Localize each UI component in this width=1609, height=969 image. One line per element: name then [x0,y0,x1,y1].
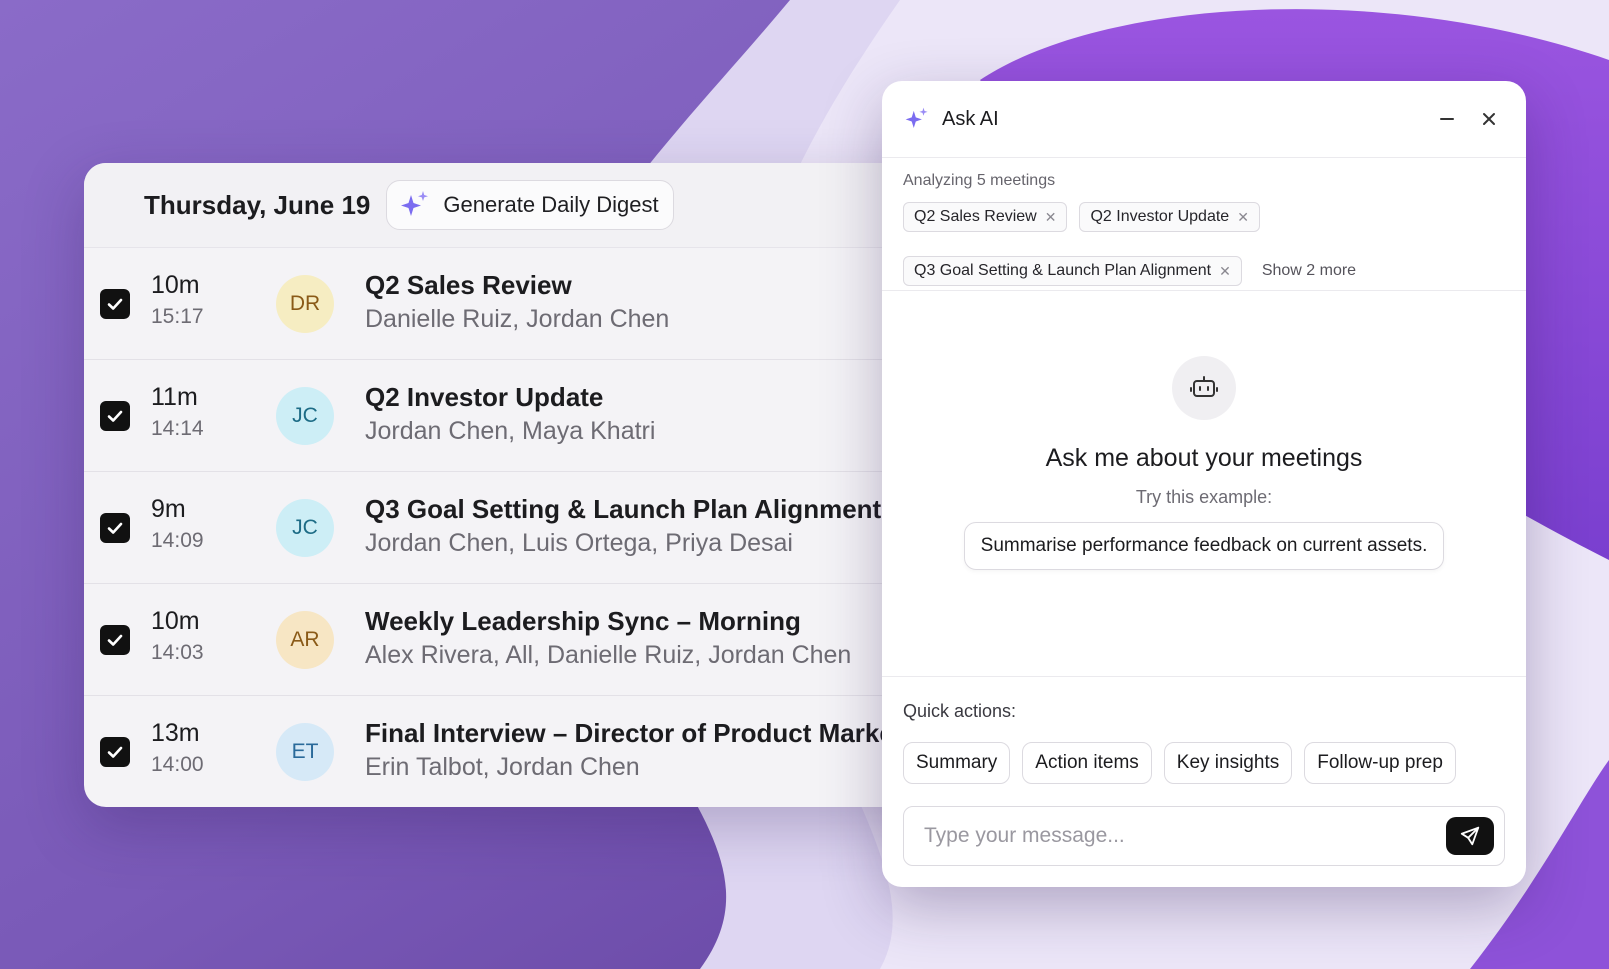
example-prompt-button[interactable]: Summarise performance feedback on curren… [963,522,1445,570]
meeting-duration: 9m [151,495,186,523]
minimize-button[interactable] [1432,104,1462,134]
date-title: Thursday, June 19 [144,189,371,220]
avatar: JC [276,498,334,557]
check-icon [107,746,123,758]
check-icon [107,522,123,534]
action-items-button[interactable]: Action items [1022,742,1152,784]
meeting-chip: Q3 Goal Setting & Launch Plan Alignment … [903,256,1242,286]
meeting-duration: 11m [151,383,198,411]
quick-actions-label: Quick actions: [903,701,1017,721]
send-icon [1460,826,1480,846]
key-insights-button[interactable]: Key insights [1163,742,1293,784]
remove-chip-icon[interactable]: ✕ [1045,209,1057,226]
empty-state: Ask me about your meetings Try this exam… [882,356,1526,570]
meeting-checkbox[interactable] [100,512,130,543]
meeting-title: Q2 Investor Update [365,382,604,412]
minimize-icon [1440,118,1454,120]
remove-chip-icon[interactable]: ✕ [1219,263,1231,280]
meeting-title: Weekly Leadership Sync – Morning [365,606,801,636]
meeting-attendees: Jordan Chen, Maya Khatri [365,417,656,445]
summary-button[interactable]: Summary [903,742,1011,784]
ask-ai-header: Ask AI [882,81,1526,158]
avatar: ET [276,722,334,781]
ask-ai-panel: Ask AI Analyzing 5 meetings Q2 Sales Rev… [882,81,1526,887]
check-icon [107,634,123,646]
meeting-checkbox[interactable] [100,624,130,655]
meeting-attendees: Erin Talbot, Jordan Chen [365,753,640,781]
context-section: Analyzing 5 meetings Q2 Sales Review ✕ Q… [882,158,1526,291]
send-button[interactable] [1446,817,1494,855]
check-icon [107,410,123,422]
meeting-row[interactable]: 11m 14:14 JC Q2 Investor Update Jordan Che… [84,360,954,472]
generate-digest-button[interactable]: Generate Daily Digest [386,180,674,230]
meeting-title: Final Interview – Director of Product Ma… [365,718,942,748]
meeting-duration: 10m [151,607,200,635]
meeting-duration: 13m [151,719,200,747]
meeting-time: 14:09 [151,529,204,552]
meeting-list-card: Thursday, June 19 Generate Daily Digest … [84,163,954,807]
chip-label: Q2 Sales Review [914,208,1037,225]
sparkle-icon [401,191,429,216]
analyzing-label: Analyzing 5 meetings [903,172,1056,189]
meeting-duration: 10m [151,271,200,299]
check-icon [107,298,123,310]
meeting-row[interactable]: 13m 14:00 ET Final Interview – Director o… [84,696,954,807]
meeting-time: 14:00 [151,753,204,776]
show-more-link[interactable]: Show 2 more [1262,262,1356,280]
digest-header: Thursday, June 19 Generate Daily Digest [84,163,954,248]
chip-label: Q2 Investor Update [1090,208,1230,225]
meeting-row[interactable]: 9m 14:09 JC Q3 Goal Setting & Launch Plan… [84,472,954,584]
meeting-time: 14:14 [151,417,204,440]
meeting-row[interactable]: 10m 15:17 DR Q2 Sales Review Danielle Ruiz… [84,248,954,360]
meeting-chip: Q2 Sales Review ✕ [903,202,1068,232]
sparkle-icon [905,107,928,128]
meeting-checkbox[interactable] [100,288,130,319]
bot-avatar [1172,356,1236,420]
message-input[interactable] [922,823,1446,849]
bot-icon [1190,376,1218,397]
meeting-title: Q3 Goal Setting & Launch Plan Alignment [365,494,882,524]
close-icon [1483,113,1495,125]
meeting-title: Q2 Sales Review [365,270,572,300]
ask-ai-title: Ask AI [942,107,999,130]
generate-digest-label: Generate Daily Digest [443,192,659,217]
avatar: JC [276,386,334,445]
quick-actions-section: Quick actions: Summary Action items Key … [882,676,1526,784]
avatar: AR [276,610,334,669]
chip-label: Q3 Goal Setting & Launch Plan Alignment [914,262,1212,279]
close-button[interactable] [1474,104,1504,134]
meeting-attendees: Alex Rivera, All, Danielle Ruiz, Jordan … [365,641,852,669]
follow-up-prep-button[interactable]: Follow-up prep [1304,742,1456,784]
meeting-row[interactable]: 10m 14:03 AR Weekly Leadership Sync – Mor… [84,584,954,696]
meeting-chip: Q2 Investor Update ✕ [1079,202,1260,232]
message-composer [903,806,1505,866]
meeting-time: 15:17 [151,305,204,328]
meeting-checkbox[interactable] [100,736,130,767]
try-example-label: Try this example: [1135,487,1273,507]
meeting-attendees: Danielle Ruiz, Jordan Chen [365,305,670,333]
avatar: DR [276,274,334,333]
meeting-attendees: Jordan Chen, Luis Ortega, Priya Desai [365,529,793,557]
meeting-checkbox[interactable] [100,400,130,431]
empty-heading: Ask me about your meetings [1045,444,1363,472]
remove-chip-icon[interactable]: ✕ [1237,209,1249,226]
meeting-time: 14:03 [151,641,204,664]
